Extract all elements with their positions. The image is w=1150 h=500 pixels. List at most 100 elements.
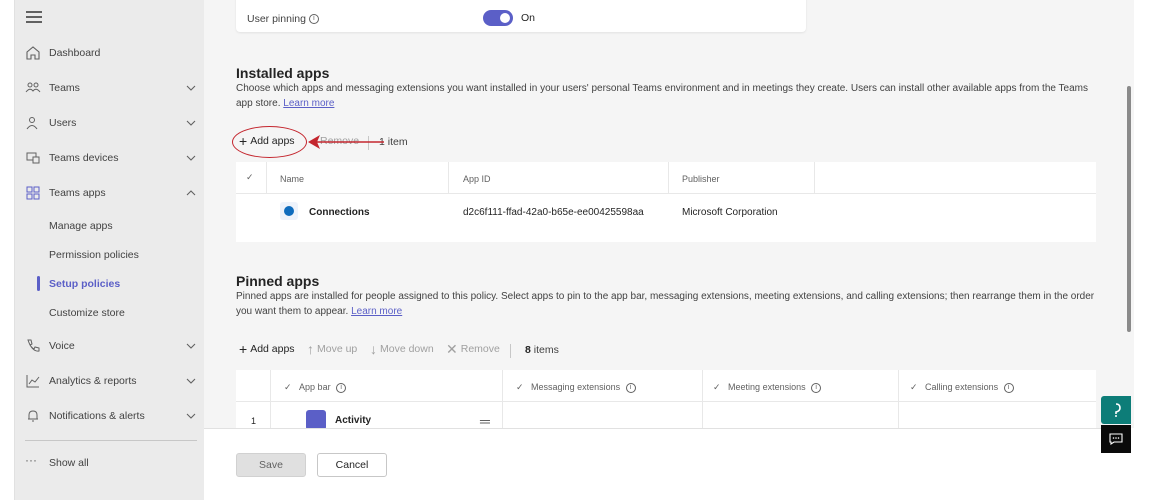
- pinned-apps-description: Pinned apps are installed for people ass…: [236, 291, 1095, 317]
- plus-icon: +: [239, 341, 248, 357]
- scrollbar-thumb[interactable]: [1127, 86, 1131, 332]
- arrow-up-icon: ↑: [307, 341, 314, 357]
- pinned-apps-header: ✓ App bar i ✓ Messaging extensions i ✓ M…: [236, 370, 1096, 402]
- help-button[interactable]: [1101, 396, 1131, 424]
- installed-apps-description: Choose which apps and messaging extensio…: [236, 83, 1089, 109]
- nav-show-all[interactable]: ··· Show all: [15, 448, 205, 478]
- column-messaging-extensions[interactable]: ✓ Messaging extensions i: [516, 382, 636, 393]
- teams-icon: [25, 82, 41, 93]
- sub-nav-setup-policies[interactable]: Setup policies: [15, 272, 205, 296]
- nav-label: Users: [49, 117, 77, 129]
- annotation-arrow: [308, 135, 384, 149]
- app-name: Activity: [335, 415, 372, 426]
- users-icon: [26, 117, 38, 130]
- chevron-down-icon: [186, 85, 196, 91]
- chart-icon: [26, 375, 40, 388]
- column-divider: [814, 162, 815, 194]
- table-row[interactable]: Connections d2c6f111-ffad-42a0-b65e-ee00…: [236, 194, 1096, 230]
- nav-dashboard[interactable]: Dashboard: [15, 38, 205, 68]
- sub-nav-label: Customize store: [49, 307, 125, 319]
- connections-app-icon: [280, 202, 298, 220]
- user-pinning-label: User pinning i: [247, 13, 319, 25]
- user-pinning-toggle[interactable]: [483, 10, 513, 26]
- item-count: 8 items: [525, 344, 559, 356]
- footer-bar: Save Cancel: [204, 428, 1126, 500]
- pinned-apps-toolbar: + Add apps ↑ Move up ↓ Move down ✕ Remove 8 …: [236, 332, 1096, 370]
- installed-apps-title: Installed apps: [236, 65, 330, 81]
- nav-teams-apps[interactable]: Teams apps: [15, 178, 205, 208]
- sub-nav-manage-apps[interactable]: Manage apps: [15, 214, 205, 238]
- column-divider: [448, 162, 449, 194]
- app-publisher: Microsoft Corporation: [682, 207, 778, 218]
- more-icon: ···: [25, 453, 37, 467]
- hamburger-menu-icon[interactable]: [26, 11, 42, 25]
- chevron-up-icon: [186, 190, 196, 196]
- nav-analytics-reports[interactable]: Analytics & reports: [15, 366, 205, 396]
- apps-icon: [26, 186, 40, 200]
- column-name[interactable]: Name: [280, 174, 304, 184]
- add-apps-button[interactable]: + Add apps: [239, 341, 295, 357]
- active-indicator: [37, 276, 40, 291]
- sidebar-divider: [25, 440, 197, 441]
- nav-label: Teams devices: [49, 152, 119, 164]
- installed-apps-header: ✓ Name App ID Publisher: [236, 162, 1096, 194]
- activity-app-icon: [306, 410, 326, 428]
- column-divider: [668, 162, 669, 194]
- column-app-bar[interactable]: ✓ App bar i: [284, 382, 347, 393]
- nav-users[interactable]: Users: [15, 108, 205, 138]
- feedback-button[interactable]: [1101, 425, 1131, 453]
- nav-label: Show all: [49, 457, 89, 469]
- nav-voice[interactable]: Voice: [15, 331, 205, 361]
- left-navigation: Dashboard Teams Users Teams devices Team…: [14, 0, 204, 500]
- nav-label: Teams: [49, 82, 80, 94]
- chat-icon: [1109, 433, 1123, 445]
- info-icon[interactable]: i: [811, 382, 822, 393]
- user-pinning-state: On: [521, 12, 536, 24]
- nav-label: Analytics & reports: [49, 375, 137, 387]
- column-meeting-extensions[interactable]: ✓ Meeting extensions i: [713, 382, 822, 393]
- learn-more-link[interactable]: Learn more: [283, 98, 334, 109]
- arrow-down-icon: ↓: [370, 341, 377, 357]
- app-id: d2c6f111-ffad-42a0-b65e-ee00425598aa: [463, 207, 644, 218]
- app-name: Connections: [309, 207, 370, 218]
- nav-label: Teams apps: [49, 187, 106, 199]
- toolbar-separator: [510, 344, 511, 358]
- move-up-button[interactable]: ↑ Move up: [307, 341, 357, 357]
- nav-label: Notifications & alerts: [49, 410, 145, 422]
- row-index: 1: [251, 416, 257, 426]
- chevron-down-icon: [186, 120, 196, 126]
- nav-teams[interactable]: Teams: [15, 73, 205, 103]
- chevron-down-icon: [186, 155, 196, 161]
- pinned-apps-title: Pinned apps: [236, 273, 320, 289]
- info-icon[interactable]: i: [1003, 382, 1014, 393]
- sub-nav-label: Manage apps: [49, 220, 113, 232]
- main-content: User pinning i On Installed apps Choose w…: [204, 0, 1126, 428]
- sub-nav-permission-policies[interactable]: Permission policies: [15, 243, 205, 267]
- info-icon[interactable]: i: [308, 14, 319, 25]
- remove-button[interactable]: ✕ Remove: [446, 342, 500, 356]
- column-publisher[interactable]: Publisher: [682, 174, 720, 184]
- sub-nav-customize-store[interactable]: Customize store: [15, 301, 205, 325]
- help-icon: [1115, 403, 1121, 417]
- column-calling-extensions[interactable]: ✓ Calling extensions i: [910, 382, 1014, 393]
- save-button[interactable]: Save: [236, 453, 306, 477]
- move-down-button[interactable]: ↓ Move down: [370, 341, 434, 357]
- devices-icon: [26, 152, 40, 164]
- bell-icon: [28, 410, 38, 422]
- learn-more-link[interactable]: Learn more: [351, 306, 402, 317]
- pinned-apps-panel: + Add apps ↑ Move up ↓ Move down ✕ Remove 8 …: [236, 332, 1096, 428]
- chevron-down-icon: [186, 413, 196, 419]
- info-icon[interactable]: i: [336, 382, 347, 393]
- drag-handle-icon[interactable]: ═: [480, 413, 490, 428]
- cancel-button[interactable]: Cancel: [317, 453, 387, 477]
- nav-notifications-alerts[interactable]: Notifications & alerts: [15, 401, 205, 431]
- nav-teams-devices[interactable]: Teams devices: [15, 143, 205, 173]
- select-all-checkmark-icon[interactable]: ✓: [246, 172, 254, 183]
- sub-nav-label: Permission policies: [49, 249, 139, 261]
- phone-icon: [27, 339, 40, 352]
- annotation-ellipse: [232, 126, 307, 158]
- column-app-id[interactable]: App ID: [463, 174, 491, 184]
- home-icon: [26, 46, 40, 60]
- info-icon[interactable]: i: [625, 382, 636, 393]
- table-row[interactable]: 1 Activity ═: [236, 404, 1096, 428]
